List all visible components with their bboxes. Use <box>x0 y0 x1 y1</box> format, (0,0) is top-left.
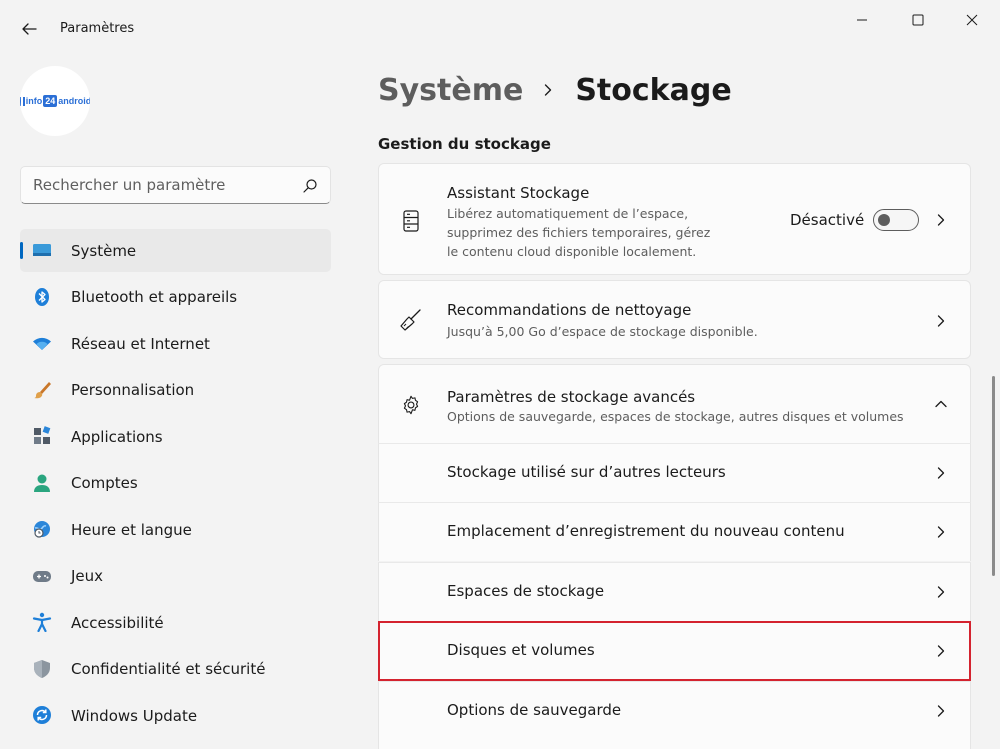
sidebar-item-label: Système <box>71 241 137 260</box>
sidebar-item-systeme[interactable]: Système <box>20 229 331 272</box>
update-icon <box>32 705 52 725</box>
chevron-right-icon <box>937 467 945 479</box>
chevron-right-icon <box>937 526 945 538</box>
chevron-right-icon <box>937 586 945 598</box>
sidebar-item-label: Bluetooth et appareils <box>71 288 238 306</box>
cleanup-desc: Jusqu’à 5,00 Go d’espace de stockage dis… <box>447 324 758 339</box>
sidebar-item-label: Applications <box>71 427 163 446</box>
chevron-right-icon <box>937 705 945 717</box>
sub-item-backup-options[interactable]: Options de sauvegarde <box>378 681 971 749</box>
advanced-settings-title: Paramètres de stockage avancés <box>447 388 696 406</box>
broom-icon <box>399 308 423 332</box>
sub-item-label: Stockage utilisé sur d’autres lecteurs <box>447 463 726 481</box>
sub-item-label: Espaces de stockage <box>447 582 605 600</box>
sidebar-item-label: Jeux <box>71 567 104 585</box>
gear-icon <box>399 393 423 417</box>
toggle-knob <box>878 214 890 226</box>
close-icon <box>966 14 978 26</box>
profile-logo: info 24 android <box>20 95 90 107</box>
sub-item-label: Disques et volumes <box>447 641 595 659</box>
storage-sense-toggle-label: Désactivé <box>790 211 865 229</box>
scrollbar-thumb[interactable] <box>992 376 995 576</box>
sidebar-item-bluetooth[interactable]: Bluetooth et appareils <box>20 276 331 319</box>
storage-sense-toggle[interactable] <box>873 209 919 231</box>
sidebar-item-accessibilite[interactable]: Accessibilité <box>20 601 331 644</box>
chevron-right-icon <box>545 84 552 96</box>
breadcrumb-parent[interactable]: Système <box>378 73 523 108</box>
system-display-icon <box>32 240 52 260</box>
sidebar-nav: Système Bluetooth et appareils Réseau et… <box>20 229 331 741</box>
storage-drive-icon <box>399 209 423 233</box>
storage-sense-desc-line2: supprimez des fichiers temporaires, gére… <box>447 225 711 240</box>
advanced-settings-desc: Options de sauvegarde, espaces de stocka… <box>447 409 904 424</box>
logo-bars-icon <box>20 96 25 106</box>
storage-sense-desc-line3: le contenu cloud disponible localement. <box>447 244 697 259</box>
brush-icon <box>32 380 52 400</box>
cleanup-recommendations-card[interactable]: Recommandations de nettoyage Jusqu’à 5,0… <box>378 280 971 359</box>
sidebar-item-label: Personnalisation <box>71 381 195 399</box>
sub-item-other-drives[interactable]: Stockage utilisé sur d’autres lecteurs <box>378 443 971 502</box>
shield-icon <box>32 659 52 679</box>
storage-sense-desc-line1: Libérez automatiquement de l’espace, <box>447 206 689 221</box>
sidebar-item-comptes[interactable]: Comptes <box>20 462 331 505</box>
sidebar-item-label: Réseau et Internet <box>71 334 210 353</box>
chevron-right-icon <box>937 645 945 657</box>
sidebar-item-label: Comptes <box>71 474 138 492</box>
minimize-button[interactable] <box>842 6 882 34</box>
settings-search-box[interactable] <box>20 166 331 204</box>
sub-item-save-location[interactable]: Emplacement d’enregistrement du nouveau … <box>378 502 971 561</box>
close-button[interactable] <box>952 6 992 34</box>
apps-icon <box>32 426 52 446</box>
accessibility-icon <box>32 612 52 632</box>
storage-sense-card[interactable]: Assistant Stockage Libérez automatiqueme… <box>378 163 971 275</box>
title-bar: Paramètres <box>0 0 1000 50</box>
sidebar-item-personnalisation[interactable]: Personnalisation <box>20 369 331 412</box>
sidebar-item-applications[interactable]: Applications <box>20 415 331 458</box>
chevron-right-icon <box>937 315 945 327</box>
sidebar-item-reseau[interactable]: Réseau et Internet <box>20 322 331 365</box>
advanced-storage-settings-card[interactable]: Paramètres de stockage avancés Options d… <box>378 364 971 444</box>
sidebar-item-windows-update[interactable]: Windows Update <box>20 694 331 737</box>
chevron-right-icon <box>937 214 945 226</box>
sub-item-disks-volumes[interactable]: Disques et volumes <box>378 621 971 680</box>
wifi-icon <box>32 333 52 353</box>
maximize-button[interactable] <box>898 6 938 34</box>
gamepad-icon <box>32 566 52 586</box>
logo-text-android: android <box>58 96 90 106</box>
globe-clock-icon <box>32 519 52 539</box>
app-title: Paramètres <box>60 21 135 36</box>
sidebar-item-label: Confidentialité et sécurité <box>71 660 266 678</box>
sidebar-item-heure-langue[interactable]: Heure et langue <box>20 508 331 551</box>
arrow-left-icon <box>22 23 37 35</box>
sidebar-item-confidentialite[interactable]: Confidentialité et sécurité <box>20 648 331 691</box>
page-title: Stockage <box>575 72 732 108</box>
breadcrumb: Système Stockage <box>378 68 732 112</box>
maximize-icon <box>912 14 924 26</box>
sub-item-label: Options de sauvegarde <box>447 701 622 719</box>
sub-item-label: Emplacement d’enregistrement du nouveau … <box>447 522 845 540</box>
sidebar-item-label: Heure et langue <box>71 520 192 539</box>
sidebar-item-label: Accessibilité <box>71 613 164 632</box>
profile-avatar[interactable]: info 24 android <box>20 66 90 136</box>
sidebar-item-label: Windows Update <box>71 706 198 725</box>
logo-text-number: 24 <box>43 95 58 107</box>
search-icon[interactable] <box>302 178 318 194</box>
logo-text-info: info <box>25 96 43 106</box>
sub-item-storage-spaces[interactable]: Espaces de stockage <box>378 562 971 621</box>
sidebar-item-jeux[interactable]: Jeux <box>20 555 331 598</box>
chevron-up-icon[interactable] <box>934 397 948 411</box>
cleanup-title: Recommandations de nettoyage <box>447 301 692 319</box>
settings-search-input[interactable] <box>33 175 293 195</box>
person-icon <box>32 473 52 493</box>
bluetooth-icon <box>32 287 52 307</box>
section-title: Gestion du stockage <box>378 135 551 153</box>
back-button[interactable] <box>14 14 44 44</box>
minimize-icon <box>857 19 867 21</box>
storage-sense-title: Assistant Stockage <box>447 184 590 202</box>
